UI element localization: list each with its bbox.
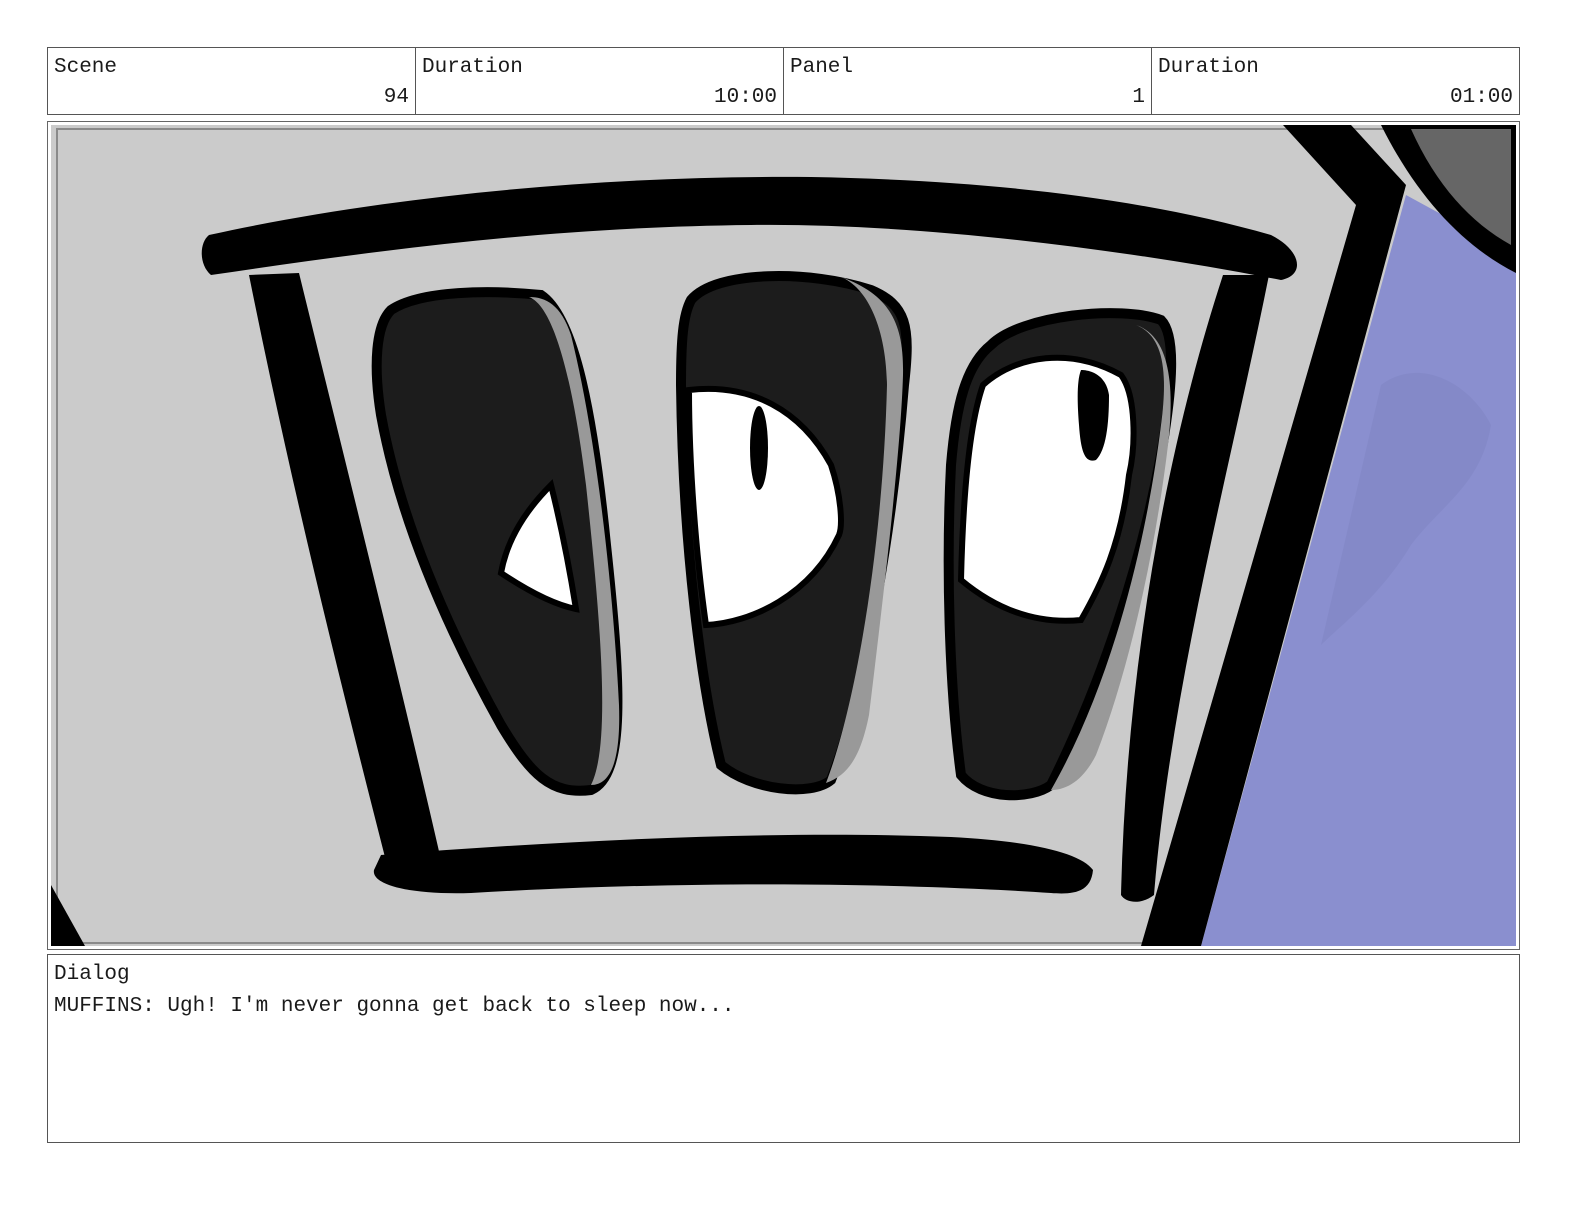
panel-duration-value: 01:00 [1449, 86, 1513, 109]
dialog-label: Dialog [54, 963, 130, 986]
storyboard-header: Scene 94 Duration 10:00 Panel 1 Duration… [47, 47, 1520, 115]
scene-cell: Scene 94 [48, 48, 416, 114]
panel-duration-cell: Duration 01:00 [1152, 48, 1519, 114]
panel-cell: Panel 1 [784, 48, 1152, 114]
scene-number: 94 [383, 86, 409, 109]
middle-pupil [750, 406, 768, 490]
panel-duration-label: Duration [1158, 56, 1259, 79]
panel-number: 1 [1132, 86, 1145, 109]
dialog-box: Dialog MUFFINS: Ugh! I'm never gonna get… [47, 954, 1520, 1143]
scene-duration-label: Duration [422, 56, 523, 79]
scene-label: Scene [54, 56, 118, 79]
panel-illustration [51, 125, 1516, 946]
scene-duration-value: 10:00 [713, 86, 777, 109]
scene-duration-cell: Duration 10:00 [416, 48, 784, 114]
storyboard-panel [47, 121, 1520, 950]
panel-label: Panel [790, 56, 854, 79]
dialog-text: MUFFINS: Ugh! I'm never gonna get back t… [54, 995, 735, 1018]
